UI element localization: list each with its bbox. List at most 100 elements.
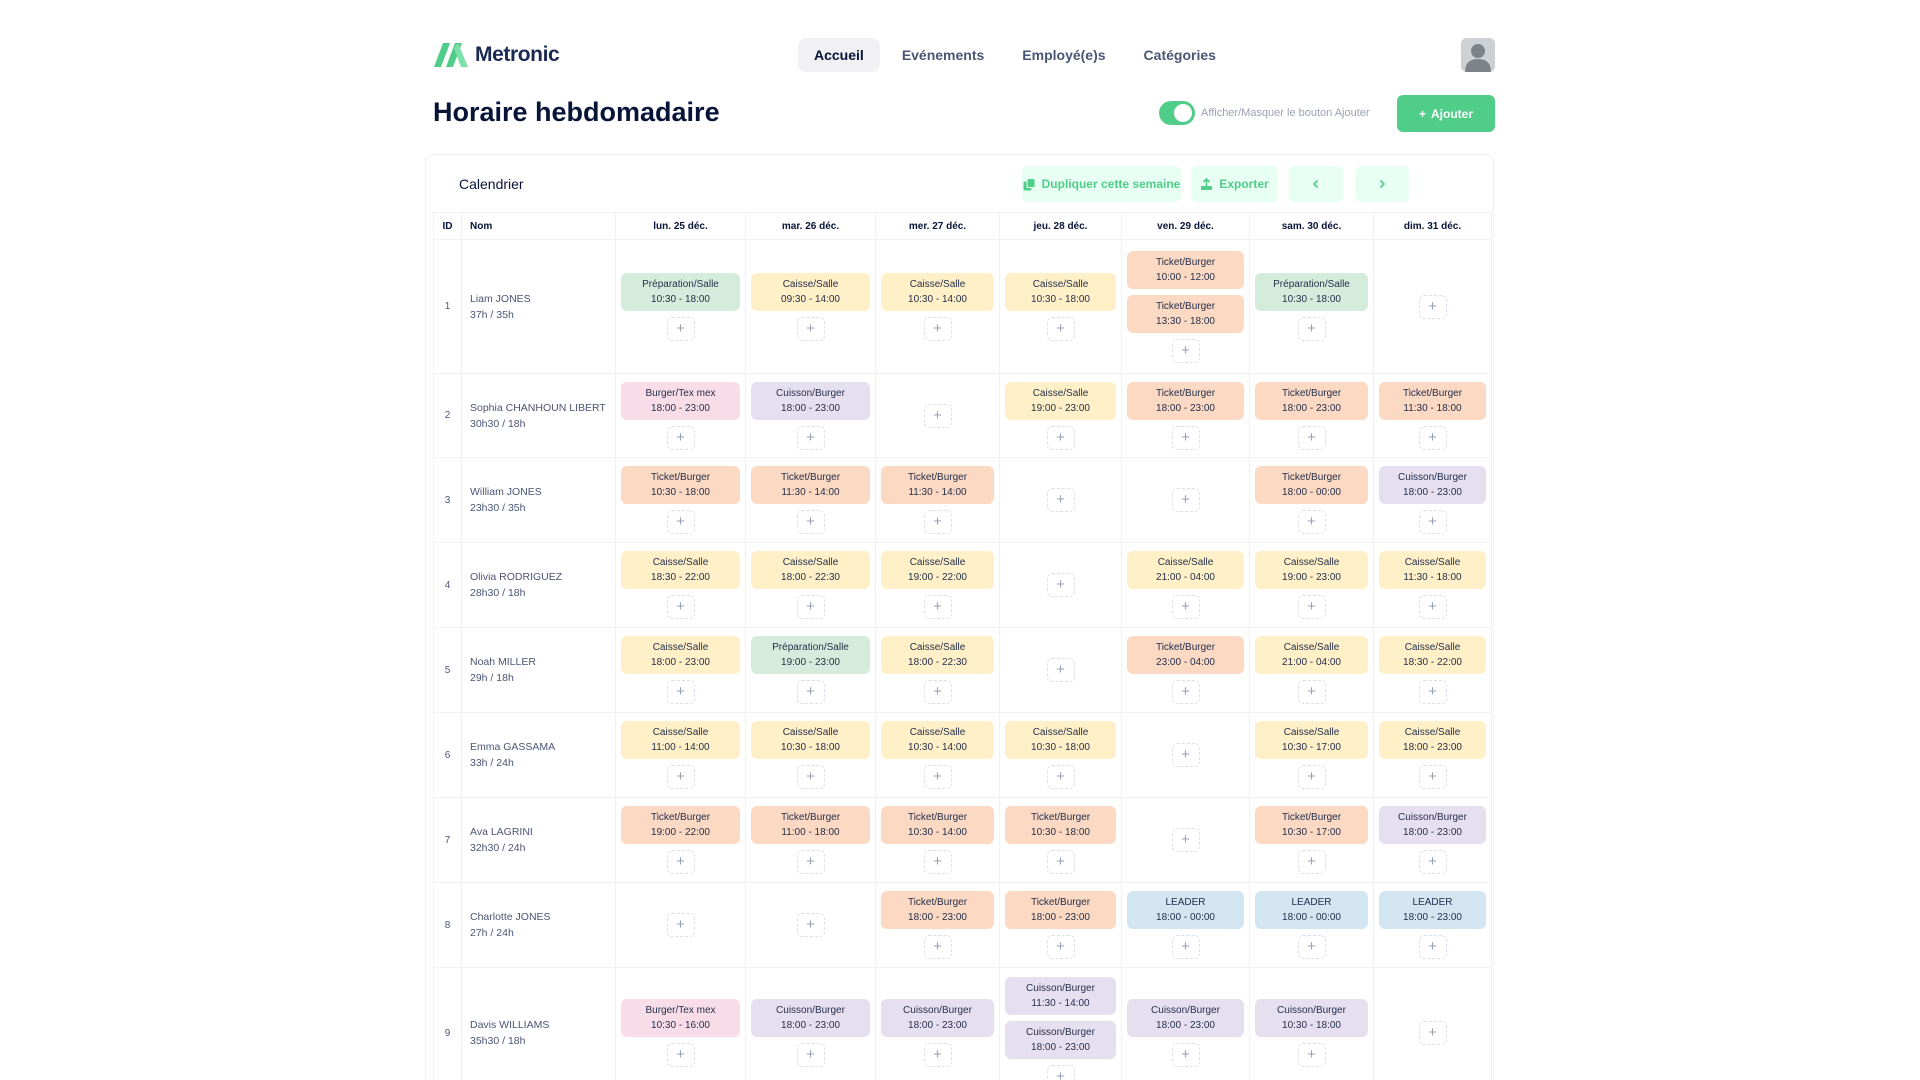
add-shift-button[interactable]: + [1297, 850, 1326, 874]
shift-block[interactable]: Cuisson/Burger 18:00 - 23:00 [751, 999, 870, 1037]
shift-block[interactable]: Caisse/Salle 10:30 - 14:00 [881, 272, 994, 311]
add-shift-button[interactable]: + [1297, 935, 1326, 959]
shift-block[interactable]: Ticket/Burger 18:00 - 23:00 [881, 891, 994, 929]
add-shift-button[interactable]: + [1297, 765, 1326, 789]
shift-block[interactable]: Caisse/Salle 18:00 - 22:30 [751, 551, 870, 589]
add-shift-button[interactable]: + [1046, 935, 1075, 959]
add-shift-button[interactable]: + [796, 316, 825, 341]
shift-block[interactable]: Ticket/Burger 13:30 - 18:00 [1127, 294, 1244, 333]
shift-block[interactable]: LEADER 18:00 - 00:00 [1127, 891, 1244, 929]
shift-block[interactable]: Ticket/Burger 10:30 - 18:00 [621, 466, 740, 504]
add-shift-button[interactable]: + [1297, 510, 1326, 534]
add-shift-button[interactable]: + [923, 316, 952, 341]
shift-block[interactable]: Caisse/Salle 10:30 - 14:00 [881, 721, 994, 759]
add-shift-button[interactable]: + [923, 595, 952, 619]
shift-block[interactable]: Ticket/Burger 10:30 - 18:00 [1005, 806, 1116, 844]
shift-block[interactable]: Cuisson/Burger 18:00 - 23:00 [881, 999, 994, 1037]
add-shift-button[interactable]: + [666, 510, 695, 534]
add-shift-button[interactable]: + [1046, 1065, 1075, 1080]
add-shift-button[interactable]: + [796, 1043, 825, 1067]
add-shift-button[interactable]: + [1171, 595, 1200, 619]
add-shift-button[interactable]: + [923, 1043, 952, 1067]
shift-block[interactable]: Caisse/Salle 19:00 - 23:00 [1255, 551, 1368, 589]
shift-block[interactable]: Caisse/Salle 19:00 - 22:00 [881, 551, 994, 589]
shift-block[interactable]: Préparation/Salle 10:30 - 18:00 [621, 272, 740, 311]
shift-block[interactable]: Caisse/Salle 18:00 - 23:00 [1379, 721, 1486, 759]
shift-block[interactable]: Caisse/Salle 19:00 - 23:00 [1005, 381, 1116, 420]
shift-block[interactable]: Ticket/Burger 11:30 - 14:00 [751, 466, 870, 504]
add-shift-button[interactable]: + [666, 1043, 695, 1067]
add-shift-button[interactable]: + [666, 680, 695, 704]
shift-block[interactable]: Caisse/Salle 10:30 - 17:00 [1255, 721, 1368, 759]
add-shift-button[interactable]: + [796, 765, 825, 789]
shift-block[interactable]: LEADER 18:00 - 00:00 [1255, 891, 1368, 929]
add-shift-button[interactable]: + [1171, 743, 1200, 767]
add-shift-button[interactable]: + [1418, 680, 1447, 704]
add-shift-button[interactable]: + [923, 850, 952, 874]
shift-block[interactable]: Ticket/Burger 10:30 - 17:00 [1255, 806, 1368, 844]
shift-block[interactable]: Ticket/Burger 18:00 - 23:00 [1255, 381, 1368, 420]
add-shift-button[interactable]: + [1418, 294, 1447, 319]
shift-block[interactable]: Caisse/Salle 11:30 - 18:00 [1379, 551, 1486, 589]
shift-block[interactable]: Préparation/Salle 10:30 - 18:00 [1255, 272, 1368, 311]
add-shift-button[interactable]: + [1046, 850, 1075, 874]
add-shift-button[interactable]: + [666, 913, 695, 937]
add-button[interactable]: + Ajouter [1397, 95, 1495, 132]
add-shift-button[interactable]: + [1297, 680, 1326, 704]
add-shift-button[interactable]: + [923, 403, 952, 428]
add-shift-button[interactable]: + [923, 765, 952, 789]
add-shift-button[interactable]: + [1046, 573, 1075, 597]
shift-block[interactable]: Cuisson/Burger 11:30 - 14:00 [1005, 977, 1116, 1015]
add-shift-button[interactable]: + [1297, 595, 1326, 619]
nav-item-accueil[interactable]: Accueil [798, 38, 880, 72]
add-shift-button[interactable]: + [923, 680, 952, 704]
nav-item-evenements[interactable]: Evénements [886, 38, 1000, 72]
add-shift-button[interactable]: + [1418, 425, 1447, 450]
shift-block[interactable]: Burger/Tex mex 10:30 - 16:00 [621, 999, 740, 1037]
shift-block[interactable]: Cuisson/Burger 10:30 - 18:00 [1255, 999, 1368, 1037]
shift-block[interactable]: Caisse/Salle 18:30 - 22:00 [621, 551, 740, 589]
shift-block[interactable]: Caisse/Salle 10:30 - 18:00 [1005, 272, 1116, 311]
add-shift-button[interactable]: + [1297, 1043, 1326, 1067]
shift-block[interactable]: Caisse/Salle 21:00 - 04:00 [1255, 636, 1368, 674]
add-shift-button[interactable]: + [666, 765, 695, 789]
shift-block[interactable]: Ticket/Burger 10:00 - 12:00 [1127, 250, 1244, 289]
add-shift-button[interactable]: + [1418, 850, 1447, 874]
shift-block[interactable]: Ticket/Burger 10:30 - 14:00 [881, 806, 994, 844]
shift-block[interactable]: Ticket/Burger 11:00 - 18:00 [751, 806, 870, 844]
shift-block[interactable]: Ticket/Burger 11:30 - 14:00 [881, 466, 994, 504]
shift-block[interactable]: Cuisson/Burger 18:00 - 23:00 [1379, 466, 1486, 504]
add-shift-button[interactable]: + [666, 316, 695, 341]
add-shift-button[interactable]: + [923, 935, 952, 959]
add-shift-button[interactable]: + [796, 510, 825, 534]
add-shift-button[interactable]: + [1418, 765, 1447, 789]
user-avatar[interactable] [1461, 38, 1495, 72]
add-shift-button[interactable]: + [1171, 338, 1200, 363]
add-shift-button[interactable]: + [1046, 765, 1075, 789]
shift-block[interactable]: Burger/Tex mex 18:00 - 23:00 [621, 381, 740, 420]
export-button[interactable]: Exporter [1191, 166, 1278, 202]
add-shift-button[interactable]: + [796, 850, 825, 874]
add-shift-button[interactable]: + [796, 680, 825, 704]
shift-block[interactable]: Caisse/Salle 09:30 - 14:00 [751, 272, 870, 311]
shift-block[interactable]: Préparation/Salle 19:00 - 23:00 [751, 636, 870, 674]
show-add-toggle[interactable] [1159, 101, 1195, 125]
add-shift-button[interactable]: + [1171, 680, 1200, 704]
shift-block[interactable]: LEADER 18:00 - 23:00 [1379, 891, 1486, 929]
add-shift-button[interactable]: + [1171, 488, 1200, 512]
add-shift-button[interactable]: + [1171, 1043, 1200, 1067]
add-shift-button[interactable]: + [1418, 595, 1447, 619]
add-shift-button[interactable]: + [1297, 425, 1326, 450]
shift-block[interactable]: Caisse/Salle 10:30 - 18:00 [1005, 721, 1116, 759]
shift-block[interactable]: Caisse/Salle 18:30 - 22:00 [1379, 636, 1486, 674]
add-shift-button[interactable]: + [1171, 935, 1200, 959]
add-shift-button[interactable]: + [923, 510, 952, 534]
add-shift-button[interactable]: + [666, 850, 695, 874]
add-shift-button[interactable]: + [1046, 658, 1075, 682]
add-shift-button[interactable]: + [666, 595, 695, 619]
add-shift-button[interactable]: + [666, 425, 695, 450]
add-shift-button[interactable]: + [1418, 1021, 1447, 1045]
prev-week-button[interactable] [1289, 166, 1343, 202]
add-shift-button[interactable]: + [1418, 510, 1447, 534]
add-shift-button[interactable]: + [796, 595, 825, 619]
